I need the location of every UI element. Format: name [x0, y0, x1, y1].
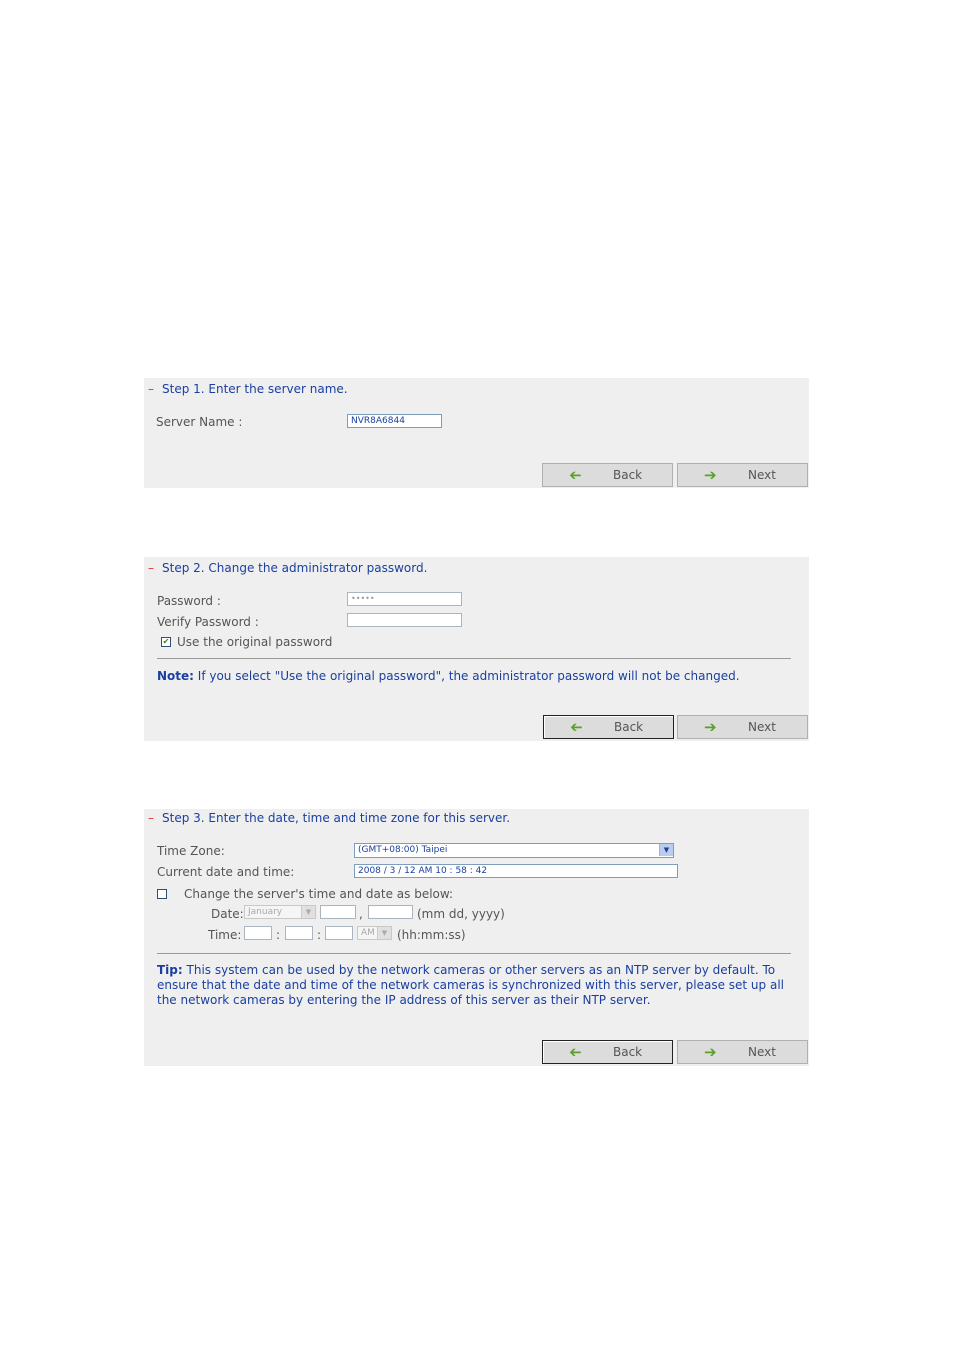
back-button-label: Back — [613, 1045, 643, 1059]
current-datetime-label: Current date and time: — [157, 865, 295, 879]
step1-back-button[interactable]: ➔ Back — [542, 463, 673, 487]
checkmark-icon: ✔ — [162, 637, 170, 646]
month-value: January — [248, 907, 283, 917]
day-input[interactable] — [320, 905, 356, 919]
verify-password-label: Verify Password : — [157, 615, 259, 629]
time-separator: : — [317, 928, 322, 942]
password-input[interactable]: ••••• — [347, 592, 462, 606]
arrow-left-icon: ➔ — [570, 718, 583, 736]
step2-collapse-marker[interactable]: – — [148, 561, 154, 575]
use-original-password-checkbox[interactable]: ✔ — [161, 637, 171, 647]
tip-text: Tip: This system can be used by the netw… — [157, 963, 787, 1008]
next-button-label: Next — [748, 1045, 776, 1059]
step2-panel: – Step 2. Change the administrator passw… — [144, 557, 809, 741]
tip-body: This system can be used by the network c… — [157, 963, 784, 1007]
step2-title: Step 2. Change the administrator passwor… — [162, 561, 428, 575]
arrow-left-icon: ➔ — [569, 1043, 582, 1061]
year-input[interactable] — [368, 905, 413, 919]
time-format-hint: (hh:mm:ss) — [397, 928, 466, 942]
step3-collapse-marker[interactable]: – — [148, 811, 154, 825]
server-name-label: Server Name : — [156, 415, 243, 429]
step3-back-button[interactable]: ➔ Back — [542, 1040, 673, 1064]
next-button-label: Next — [748, 468, 776, 482]
date-label: Date: — [211, 907, 244, 921]
change-datetime-label: Change the server's time and date as bel… — [184, 887, 454, 901]
time-zone-value: (GMT+08:00) Taipei — [358, 845, 448, 855]
note-prefix: Note: — [157, 669, 194, 683]
verify-password-input[interactable] — [347, 613, 462, 627]
chevron-down-icon[interactable]: ▼ — [659, 844, 673, 856]
change-datetime-checkbox[interactable] — [157, 889, 167, 899]
month-select[interactable]: January ▼ — [244, 905, 316, 919]
hour-input[interactable] — [244, 926, 272, 940]
chevron-down-icon[interactable]: ▼ — [301, 906, 315, 918]
divider — [157, 658, 791, 659]
chevron-down-icon[interactable]: ▼ — [377, 927, 391, 939]
arrow-right-icon: ➔ — [704, 718, 717, 736]
step3-panel: – Step 3. Enter the date, time and time … — [144, 809, 809, 1066]
ampm-value: AM — [361, 928, 375, 938]
arrow-right-icon: ➔ — [704, 466, 717, 484]
note-text: Note: If you select "Use the original pa… — [157, 669, 740, 683]
time-separator: : — [276, 928, 281, 942]
tip-prefix: Tip: — [157, 963, 183, 977]
current-datetime-field: 2008 / 3 / 12 AM 10 : 58 : 42 — [354, 864, 678, 878]
date-format-hint: (mm dd, yyyy) — [417, 907, 505, 921]
use-original-password-label: Use the original password — [177, 635, 333, 649]
step3-next-button[interactable]: ➔ Next — [677, 1040, 808, 1064]
step1-collapse-marker[interactable]: – — [148, 382, 154, 396]
back-button-label: Back — [614, 720, 644, 734]
next-button-label: Next — [748, 720, 776, 734]
password-label: Password : — [157, 594, 221, 608]
step2-back-button[interactable]: ➔ Back — [543, 715, 674, 739]
divider — [157, 953, 791, 954]
step2-next-button[interactable]: ➔ Next — [677, 715, 808, 739]
step1-panel: – Step 1. Enter the server name. Server … — [144, 378, 809, 488]
back-button-label: Back — [613, 468, 643, 482]
second-input[interactable] — [325, 926, 353, 940]
server-name-input[interactable]: NVR8A6844 — [347, 414, 442, 428]
note-body: If you select "Use the original password… — [193, 669, 740, 683]
step1-next-button[interactable]: ➔ Next — [677, 463, 808, 487]
time-label: Time: — [208, 928, 242, 942]
ampm-select[interactable]: AM ▼ — [357, 926, 392, 940]
step1-title: Step 1. Enter the server name. — [162, 382, 348, 396]
step3-title: Step 3. Enter the date, time and time zo… — [162, 811, 511, 825]
time-zone-label: Time Zone: — [157, 844, 225, 858]
time-zone-select[interactable]: (GMT+08:00) Taipei ▼ — [354, 843, 674, 858]
minute-input[interactable] — [285, 926, 313, 940]
arrow-right-icon: ➔ — [704, 1043, 717, 1061]
date-separator: , — [359, 907, 363, 921]
arrow-left-icon: ➔ — [569, 466, 582, 484]
